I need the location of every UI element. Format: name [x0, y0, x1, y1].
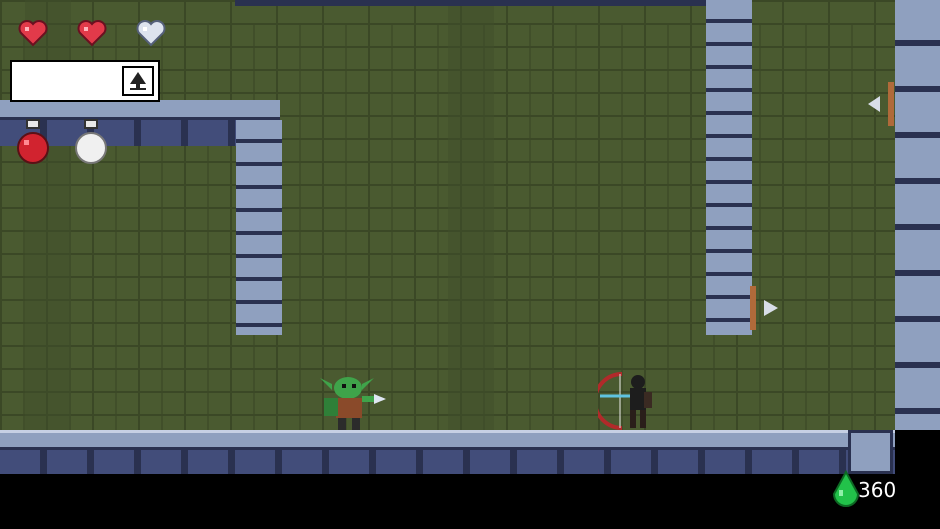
game-viewport[interactable]: 360 — [0, 0, 940, 529]
heart-empty-icon — [136, 20, 166, 47]
health-potion-icon — [17, 119, 49, 164]
heart-icon — [77, 20, 107, 47]
arrow-trap — [750, 286, 778, 330]
spade-icon — [130, 72, 146, 90]
skeleton-archer — [598, 372, 652, 430]
right-wall — [895, 0, 940, 430]
arrow-trap — [868, 82, 894, 126]
heart-icon — [18, 20, 48, 47]
bottom-void — [0, 474, 940, 529]
floor-pillar-right — [848, 430, 893, 474]
wall-pillar — [448, 0, 494, 430]
goblin-player — [320, 377, 386, 430]
stone-column-left — [236, 120, 282, 335]
floor-bricks — [0, 450, 895, 474]
item-slot[interactable] — [122, 66, 154, 96]
stone-column-right — [706, 0, 752, 335]
gem-count: 360 — [858, 478, 897, 502]
stamina-bar — [10, 60, 160, 102]
stone-floor — [0, 430, 895, 450]
ceiling-strip — [235, 0, 750, 6]
empty-potion-icon — [75, 119, 107, 164]
ledge-top — [0, 100, 280, 120]
